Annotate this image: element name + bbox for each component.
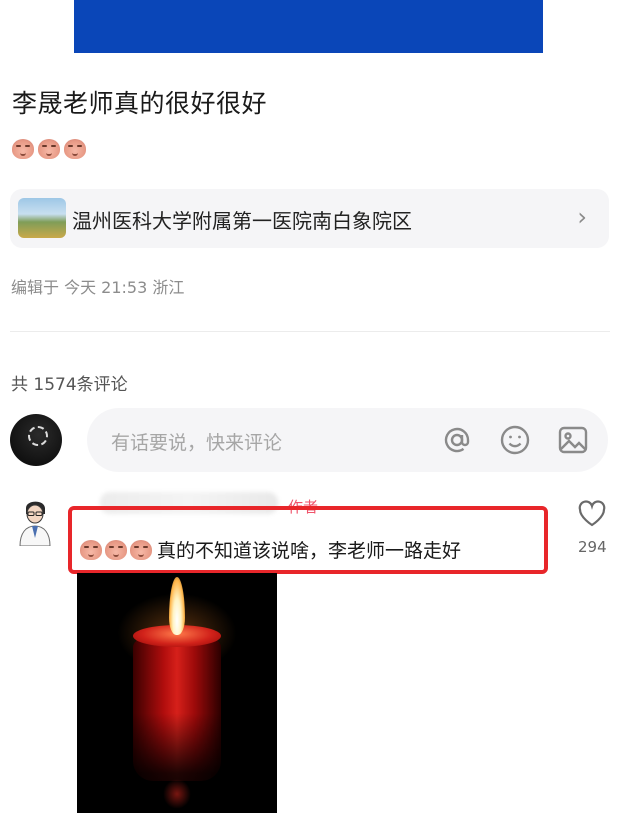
location-card[interactable]: 温州医科大学附属第一医院南白象院区 ›	[10, 189, 609, 248]
edit-timestamp: 编辑于 今天 21:53 浙江	[11, 278, 185, 297]
sad-face-emoji-icon	[130, 539, 152, 560]
sad-face-emoji-icon	[105, 539, 127, 560]
heart-icon[interactable]	[577, 500, 607, 528]
divider	[10, 331, 610, 332]
location-thumbnail	[18, 198, 66, 238]
post-title: 李晟老师真的很好很好	[12, 89, 268, 118]
comment-input-placeholder: 有话要说，快来评论	[111, 432, 283, 454]
sad-face-emoji-icon	[64, 139, 86, 159]
comment-text: 真的不知道该说啥，李老师一路走好	[157, 540, 462, 562]
candle-photo[interactable]	[77, 573, 277, 813]
image-icon[interactable]	[557, 424, 589, 456]
sad-face-emoji-icon	[80, 539, 102, 560]
like-count: 294	[578, 538, 607, 556]
top-banner-image	[74, 0, 543, 53]
comment-count: 共 1574条评论	[11, 375, 128, 395]
sad-face-emoji-icon	[12, 139, 34, 159]
chevron-right-icon: ›	[577, 203, 587, 231]
post-emoji-row	[12, 139, 86, 159]
candle-flame	[169, 577, 185, 635]
location-name: 温州医科大学附属第一医院南白象院区	[72, 209, 412, 233]
at-icon[interactable]	[441, 424, 473, 456]
comment-input[interactable]: 有话要说，快来评论	[87, 408, 608, 472]
author-avatar[interactable]	[12, 494, 58, 546]
sad-face-emoji-icon	[38, 139, 60, 159]
candle-reflection	[163, 779, 191, 809]
smile-icon[interactable]	[499, 424, 531, 456]
comment-content: 真的不知道该说啥，李老师一路走好	[80, 536, 461, 563]
current-user-avatar[interactable]	[10, 414, 62, 466]
